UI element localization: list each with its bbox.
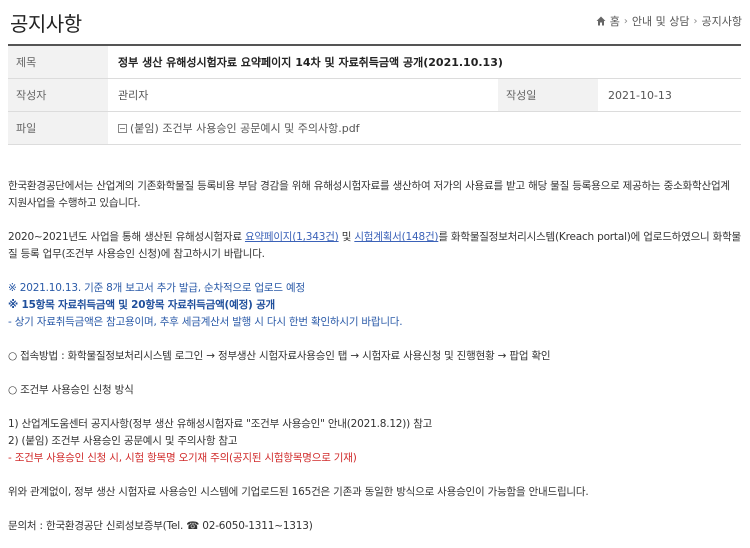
- file-label: 파일: [8, 112, 108, 144]
- note-upload: ※ 2021.10.13. 기준 8개 보고서 추가 발급, 순차적으로 업로드…: [8, 282, 305, 294]
- intro-paragraph: 한국환경공단에서는 산업계의 기존화학물질 등록비용 부담 경감을 위해 유해성…: [8, 180, 730, 209]
- page-title: 공지사항: [10, 12, 82, 36]
- breadcrumb-guide[interactable]: 안내 및 상담: [632, 13, 690, 29]
- step-2: 2) (붙임) 조건부 사용승인 공문예시 및 주의사항 참고: [8, 435, 238, 447]
- breadcrumb-home[interactable]: 홈: [610, 13, 620, 29]
- warning-note: - 조건부 사용승인 신청 시, 시험 항목명 오기재 주의(공지된 시험항목명…: [8, 452, 357, 464]
- post-title: 정부 생산 유해성시험자료 요약페이지 14차 및 자료취득금액 공개(2021…: [118, 56, 503, 69]
- access-method: ○ 접속방법 : 화학물질정보처리시스템 로그인 → 정부생산 시험자료사용승인…: [8, 350, 551, 362]
- existing-approval-note: 위와 관계없이, 정부 생산 시험자료 사용승인 시스템에 기업로드된 165건…: [8, 486, 589, 498]
- post-date: 2021-10-13: [608, 89, 672, 102]
- author-label: 작성자: [8, 79, 108, 111]
- home-icon[interactable]: [596, 16, 606, 26]
- post-content: 한국환경공단에서는 산업계의 기존화학물질 등록비용 부담 경감을 위해 유해성…: [8, 178, 742, 535]
- post-info-table: 제목 정부 생산 유해성시험자료 요약페이지 14차 및 자료취득금액 공개(2…: [8, 44, 741, 145]
- title-row: 제목 정부 생산 유해성시험자료 요약페이지 14차 및 자료취득금액 공개(2…: [8, 46, 741, 79]
- note-price: ※ 15항목 자료취득금액 및 20항목 자료취득금액(예정) 공개: [8, 299, 276, 311]
- file-icon: [118, 124, 127, 133]
- title-label: 제목: [8, 46, 108, 78]
- file-cell: (붙임) 조건부 사용승인 공문예시 및 주의사항.pdf: [108, 112, 741, 144]
- date-label: 작성일: [498, 79, 598, 111]
- contact-info: 문의처 : 한국환경공단 신뢰성보증부(Tel. ☎ 02-6050-1311~…: [8, 520, 313, 532]
- approval-method-title: ○ 조건부 사용승인 신청 방식: [8, 384, 134, 396]
- upload-paragraph: 2020~2021년도 사업을 통해 생산된 유해성시험자료 요약페이지(1,3…: [8, 231, 742, 260]
- author-row: 작성자 관리자 작성일 2021-10-13: [8, 79, 741, 112]
- chevron-right-icon: ›: [693, 15, 698, 27]
- summary-page-link[interactable]: 요약페이지(1,343건): [245, 231, 339, 243]
- step-1: 1) 산업계도움센터 공지사항(정부 생산 유해성시험자료 "조건부 사용승인"…: [8, 418, 433, 430]
- post-author: 관리자: [118, 89, 149, 102]
- breadcrumb: 홈 › 안내 및 상담 › 공지사항: [596, 13, 742, 29]
- chevron-right-icon: ›: [623, 15, 628, 27]
- attachment-link[interactable]: (붙임) 조건부 사용승인 공문예시 및 주의사항.pdf: [130, 122, 360, 135]
- note-reference: - 상기 자료취득금액은 참고용이며, 추후 세금계산서 발행 시 다시 한번 …: [8, 316, 403, 328]
- page-header: 공지사항 홈 › 안내 및 상담 › 공지사항: [0, 0, 750, 36]
- file-row: 파일 (붙임) 조건부 사용승인 공문예시 및 주의사항.pdf: [8, 112, 741, 145]
- test-plan-link[interactable]: 시험계획서(148건): [354, 231, 438, 243]
- breadcrumb-notice[interactable]: 공지사항: [702, 13, 742, 29]
